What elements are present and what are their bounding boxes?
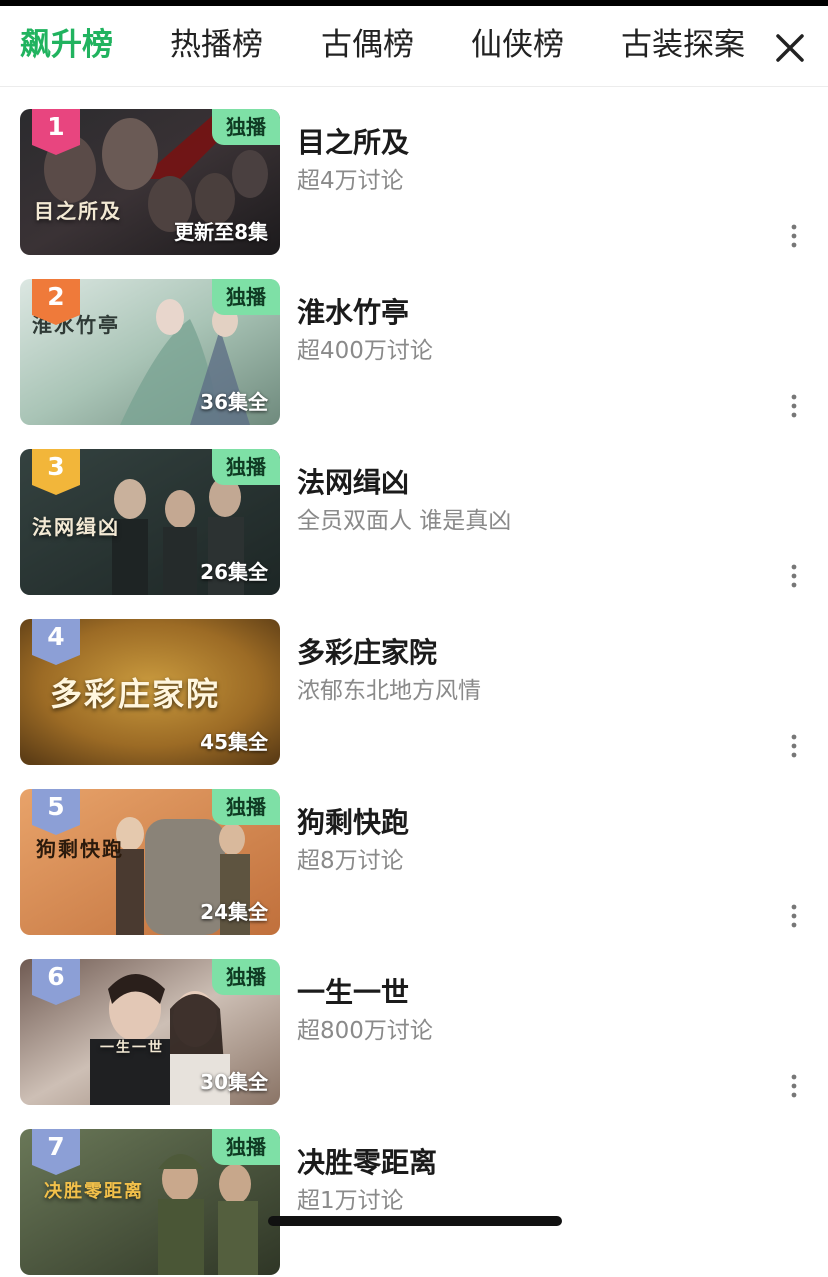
poster-title: 狗剩快跑 (36, 837, 124, 861)
rank-badge: 7 (32, 1129, 80, 1175)
home-indicator[interactable] (268, 1216, 562, 1226)
close-button[interactable] (772, 30, 808, 66)
rank-number: 4 (47, 622, 65, 651)
poster-title: 目之所及 (34, 199, 122, 223)
episode-count: 26集全 (200, 560, 268, 584)
exclusive-badge: 独播 (212, 959, 280, 995)
poster-title: 多彩庄家院 (50, 675, 221, 713)
rank-number: 7 (47, 1132, 65, 1161)
episode-count: 更新至8集 (174, 220, 268, 244)
poster-title: 一生一世 (100, 1040, 164, 1056)
more-options-icon[interactable] (786, 393, 802, 419)
exclusive-badge: 独播 (212, 279, 280, 315)
list-item[interactable]: 一生一世 6 独播 30集全 一生一世 超800万讨论 (0, 937, 828, 1107)
show-title[interactable]: 多彩庄家院 (297, 635, 437, 671)
poster-title: 法网缉凶 (32, 515, 120, 539)
rank-badge: 4 (32, 619, 80, 665)
exclusive-badge: 独播 (212, 449, 280, 485)
tab-ancient-romance[interactable]: 古偶榜 (321, 24, 414, 66)
poster[interactable]: 决胜零距离 7 独播 (20, 1129, 280, 1275)
rank-number: 1 (47, 112, 65, 141)
rank-number: 3 (47, 452, 65, 481)
rank-number: 6 (47, 962, 65, 991)
exclusive-badge: 独播 (212, 1129, 280, 1165)
list-item[interactable]: 狗剩快跑 5 独播 24集全 狗剩快跑 超8万讨论 (0, 767, 828, 937)
list-item[interactable]: 淮水竹亭 2 独播 36集全 淮水竹亭 超400万讨论 (0, 257, 828, 427)
tab-rising[interactable]: 飙升榜 (20, 24, 113, 66)
exclusive-badge: 独播 (212, 789, 280, 825)
rank-badge: 6 (32, 959, 80, 1005)
poster[interactable]: 淮水竹亭 2 独播 36集全 (20, 279, 280, 425)
episode-count: 30集全 (200, 1070, 268, 1094)
more-options-icon[interactable] (786, 223, 802, 249)
poster[interactable]: 目之所及 1 独播 更新至8集 (20, 109, 280, 255)
poster-title: 决胜零距离 (44, 1181, 144, 1202)
poster[interactable]: 一生一世 6 独播 30集全 (20, 959, 280, 1105)
tab-hot[interactable]: 热播榜 (170, 24, 263, 66)
show-title[interactable]: 淮水竹亭 (297, 295, 409, 331)
rank-badge: 1 (32, 109, 80, 155)
show-subtitle: 超8万讨论 (297, 848, 404, 874)
show-title[interactable]: 一生一世 (297, 975, 409, 1011)
show-subtitle: 全员双面人 谁是真凶 (297, 508, 512, 534)
episode-count: 45集全 (200, 730, 268, 754)
poster[interactable]: 法网缉凶 3 独播 26集全 (20, 449, 280, 595)
tab-xianxia[interactable]: 仙侠榜 (471, 24, 564, 66)
show-subtitle: 超1万讨论 (297, 1188, 404, 1214)
poster[interactable]: 多彩庄家院 4 45集全 (20, 619, 280, 765)
rank-number: 2 (47, 282, 65, 311)
more-options-icon[interactable] (786, 563, 802, 589)
show-subtitle: 超800万讨论 (297, 1018, 433, 1044)
more-options-icon[interactable] (786, 1073, 802, 1099)
list-item[interactable]: 法网缉凶 3 独播 26集全 法网缉凶 全员双面人 谁是真凶 (0, 427, 828, 597)
tab-costume-detective[interactable]: 古装探案 (621, 24, 745, 66)
list-item[interactable]: 目之所及 1 独播 更新至8集 目之所及 超4万讨论 (0, 87, 828, 257)
ranking-tabs: 飙升榜 热播榜 古偶榜 仙侠榜 古装探案 (0, 6, 828, 87)
show-title[interactable]: 法网缉凶 (297, 465, 409, 501)
list-item[interactable]: 决胜零距离 7 独播 决胜零距离 超1万讨论 (0, 1107, 828, 1277)
more-options-icon[interactable] (786, 733, 802, 759)
rank-number: 5 (47, 792, 65, 821)
episode-count: 36集全 (200, 390, 268, 414)
close-icon (776, 34, 804, 62)
rank-badge: 5 (32, 789, 80, 835)
poster[interactable]: 狗剩快跑 5 独播 24集全 (20, 789, 280, 935)
list-item[interactable]: 多彩庄家院 4 45集全 多彩庄家院 浓郁东北地方风情 (0, 597, 828, 767)
show-title[interactable]: 决胜零距离 (297, 1145, 437, 1181)
show-subtitle: 超400万讨论 (297, 338, 433, 364)
show-title[interactable]: 目之所及 (297, 125, 409, 161)
rank-badge: 2 (32, 279, 80, 325)
episode-count: 24集全 (200, 900, 268, 924)
show-title[interactable]: 狗剩快跑 (297, 805, 409, 841)
more-options-icon[interactable] (786, 903, 802, 929)
rank-badge: 3 (32, 449, 80, 495)
show-subtitle: 浓郁东北地方风情 (297, 678, 481, 704)
show-subtitle: 超4万讨论 (297, 168, 404, 194)
exclusive-badge: 独播 (212, 109, 280, 145)
